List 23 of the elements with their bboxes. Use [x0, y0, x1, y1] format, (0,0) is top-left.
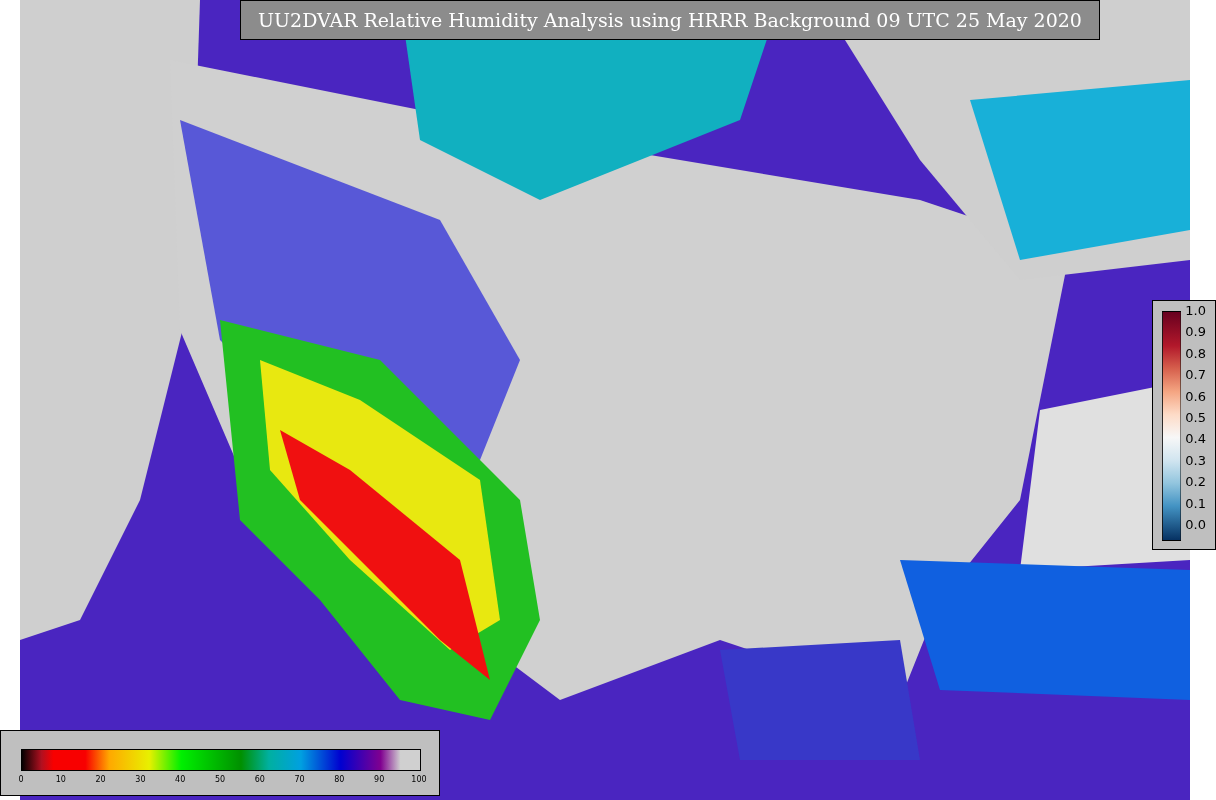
tick-label: 40: [174, 775, 187, 785]
tick-label: 0: [17, 775, 25, 785]
tick-label: 0.2: [1185, 474, 1206, 491]
tick-label: 80: [333, 775, 346, 785]
tick-label: 20: [94, 775, 107, 785]
map-title: UU2DVAR Relative Humidity Analysis using HRRR Background 09 UTC 25 May 2020: [240, 0, 1100, 40]
tick-label: 1.0: [1185, 303, 1206, 319]
tick-label: 0.8: [1185, 345, 1206, 362]
tick-label: 60: [253, 775, 266, 785]
tick-label: 70: [293, 775, 306, 785]
tick-label: 0.0: [1185, 516, 1206, 533]
tick-label: 0.3: [1185, 452, 1206, 469]
tick-label: 0.5: [1185, 409, 1206, 426]
tick-label: 50: [213, 775, 227, 785]
tick-label: 0.1: [1185, 495, 1206, 512]
tick-label: 0.7: [1185, 367, 1206, 384]
tick-label: 0.4: [1185, 431, 1206, 448]
tick-label: 0.9: [1185, 324, 1206, 341]
tick-label: 100: [410, 775, 428, 785]
tick-label: 90: [373, 775, 386, 785]
tick-label: 10: [54, 775, 67, 785]
tick-label: 30: [134, 775, 147, 785]
tick-label: 0.6: [1185, 388, 1206, 405]
